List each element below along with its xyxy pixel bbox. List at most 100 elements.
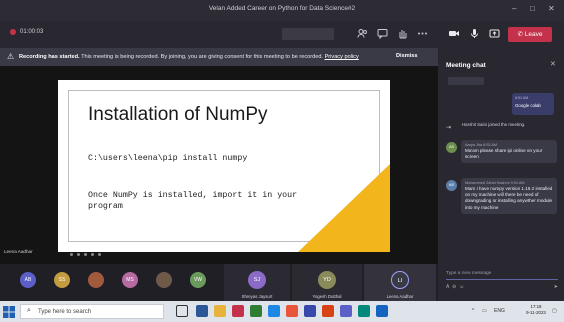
teams-meeting-window: Velan Added Career on Python for Data Sc… — [0, 0, 564, 322]
recording-started-label: Recording has started. — [19, 54, 80, 60]
taskbar-app-icon[interactable] — [322, 305, 334, 317]
notification-icon[interactable]: ▢ — [552, 308, 557, 314]
participant-tile-name: Yogesh Dutthal — [312, 294, 342, 299]
taskbar-app-icon[interactable] — [268, 305, 280, 317]
leave-button[interactable]: ✆ Leave — [508, 27, 552, 42]
my-message-time: 8:51 AM — [515, 96, 529, 100]
compose-toolbar: A ⊘ ☺ ➤ — [446, 284, 558, 290]
dot — [70, 253, 73, 256]
raise-hand-icon[interactable] — [396, 28, 408, 40]
dot — [98, 253, 101, 256]
slide-title: Installation of NumPy — [88, 104, 268, 125]
slide-import-note: Once NumPy is installed, import it in yo… — [88, 191, 298, 211]
participant-tile-avatar: SJ — [248, 271, 266, 289]
taskbar-app-icon[interactable] — [232, 305, 244, 317]
more-icon[interactable] — [416, 28, 428, 40]
chat-bubble: Mohammed Zahid Hashmi 9:04 AM Mam I have… — [461, 178, 557, 214]
chat-body: Mam I have numpy version 1.19.2 installe… — [465, 186, 553, 210]
my-message-text: Google colab — [515, 103, 541, 108]
close-window-button[interactable]: ✕ — [548, 4, 555, 13]
file-explorer-icon[interactable] — [214, 305, 226, 317]
taskbar-search-input[interactable]: ⌕ Type here to search — [20, 304, 164, 319]
participant-avatar[interactable]: VW — [190, 272, 206, 288]
dot — [84, 253, 87, 256]
participant-tile-name: Shreyas Jaysurt — [241, 294, 273, 299]
tray-chevron-icon[interactable]: ^ — [472, 308, 474, 314]
share-screen-icon[interactable] — [488, 28, 500, 40]
join-icon: ⇥ — [446, 125, 452, 131]
maximize-button[interactable]: □ — [530, 4, 535, 13]
taskbar-app-icon[interactable] — [286, 305, 298, 317]
search-placeholder: Type here to search — [38, 309, 92, 315]
title-bar: Velan Added Career on Python for Data Sc… — [0, 0, 564, 21]
windows-start-icon[interactable] — [3, 305, 16, 318]
window-title: Velan Added Career on Python for Data Sc… — [208, 5, 356, 12]
send-icon[interactable]: ➤ — [554, 284, 558, 290]
chat-avatar: AS — [446, 142, 457, 153]
mic-icon[interactable] — [468, 28, 480, 40]
close-chat-icon[interactable]: ✕ — [550, 60, 556, 68]
recording-banner: ⚠ Recording has started. This meeting is… — [0, 48, 438, 66]
compose-message-input[interactable]: Type a new message — [446, 269, 558, 280]
participant-avatar[interactable]: AB — [20, 272, 36, 288]
participant-tile-name: Leena Aadhar — [386, 294, 414, 299]
recording-banner-text: Recording has started. This meeting is b… — [19, 54, 359, 60]
taskbar-app-icon[interactable] — [250, 305, 262, 317]
timer-value: 01:00:03 — [20, 29, 44, 35]
meeting-timer: 01:00:03 — [10, 29, 43, 35]
minimize-button[interactable]: – — [512, 4, 516, 13]
meeting-chat-panel: Meeting chat ✕ 8:51 AM Google colab ⇥ Ha… — [438, 48, 564, 301]
leave-label: Leave — [524, 31, 543, 38]
chat-icon[interactable] — [376, 28, 388, 40]
phone-icon: ✆ — [517, 31, 525, 38]
slide-accent-triangle — [298, 164, 390, 252]
participant-tile[interactable]: LI Leena Aadhar — [364, 264, 436, 301]
participant-avatar[interactable] — [156, 272, 172, 288]
network-icon[interactable]: ▭ — [482, 308, 487, 314]
chat-meta: Mohammed Zahid Hashmi 9:04 AM — [465, 181, 525, 185]
participant-avatar[interactable] — [88, 272, 104, 288]
camera-icon[interactable] — [448, 28, 460, 40]
taskbar-app-icon[interactable] — [304, 305, 316, 317]
taskbar-app-icon[interactable] — [376, 305, 388, 317]
chat-meta: Aarya Jha 8:53 AM — [465, 143, 498, 147]
taskbar-clock[interactable]: 17:18 9-11-2023 — [522, 304, 550, 316]
presenter-name: Leena Aadhar — [4, 249, 33, 254]
search-icon: ⌕ — [27, 307, 31, 314]
warning-icon: ⚠ — [7, 52, 15, 61]
dot — [77, 253, 80, 256]
emoji-icon[interactable]: ☺ — [459, 284, 464, 290]
presentation-slide: Installation of NumPy C:\users\leena\pip… — [58, 80, 390, 252]
format-icon[interactable]: A — [446, 284, 449, 290]
clock-date: 9-11-2023 — [526, 310, 546, 315]
participant-avatar[interactable]: MS — [122, 272, 138, 288]
dismiss-button[interactable]: Dismiss — [396, 53, 417, 59]
taskbar-app-icon[interactable] — [358, 305, 370, 317]
privacy-policy-link[interactable]: Privacy policy — [325, 54, 359, 60]
toolbar-placeholder-button[interactable] — [282, 28, 334, 40]
participants-icon[interactable] — [356, 28, 368, 40]
system-message-text: Harshit Saini joined the meeting. — [462, 122, 526, 127]
participant-tile-avatar: YD — [318, 271, 336, 289]
teams-icon[interactable] — [340, 305, 352, 317]
my-chat-message: 8:51 AM Google colab — [512, 93, 554, 115]
shared-screen: Installation of NumPy C:\users\leena\pip… — [0, 66, 438, 264]
participant-avatar[interactable]: SS — [54, 272, 70, 288]
taskbar-app-icon[interactable] — [196, 305, 208, 317]
participants-strip: AB SS MS VW SJ Shreyas Jaysurt YD Yogesh… — [0, 264, 438, 301]
participant-tile-avatar: LI — [391, 271, 409, 289]
recording-dot-icon — [10, 29, 16, 35]
chat-body: Ma'am please share ipi online on your sc… — [465, 148, 543, 160]
dot — [91, 253, 94, 256]
recording-consent-text: This meeting is being recorded. By joini… — [81, 54, 323, 60]
slide-dots — [70, 253, 101, 256]
earlier-message-bubble — [448, 77, 484, 85]
attach-icon[interactable]: ⊘ — [452, 284, 456, 290]
windows-taskbar: ⌕ Type here to search ^ ▭ ENG 17:18 9-11… — [0, 301, 564, 322]
participant-tile[interactable]: YD Yogesh Dutthal — [292, 264, 362, 301]
chat-title: Meeting chat — [446, 62, 486, 69]
slide-install-command: C:\users\leena\pip install numpy — [88, 154, 248, 163]
tray-lang[interactable]: ENG — [494, 308, 505, 314]
participant-tile[interactable]: SJ Shreyas Jaysurt — [224, 264, 290, 301]
task-view-icon[interactable] — [176, 305, 188, 317]
